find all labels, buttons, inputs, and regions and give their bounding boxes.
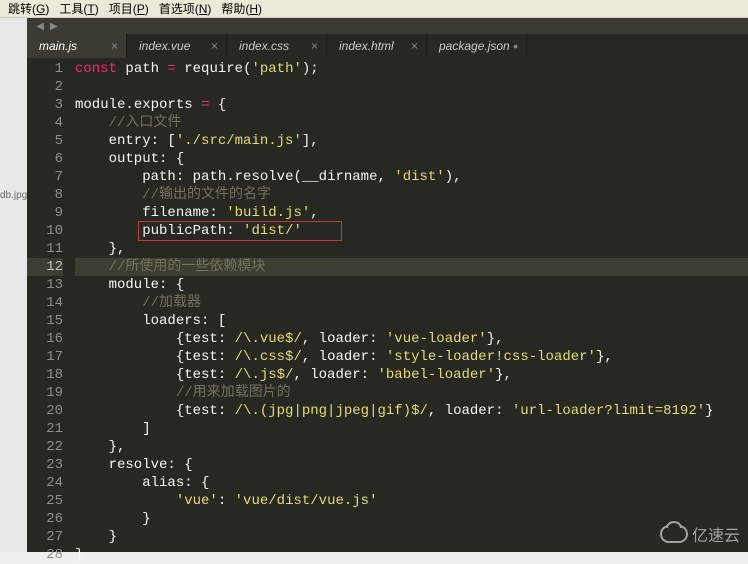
code-area[interactable]: 1234567891011121314151617181920212223242… <box>27 58 748 552</box>
line-number: 26 <box>27 510 63 528</box>
code-line[interactable]: } <box>75 510 748 528</box>
code-line[interactable]: filename: 'build.js', <box>75 204 748 222</box>
project-sidebar[interactable]: db.jpg <box>0 18 27 552</box>
line-number: 1 <box>27 60 63 78</box>
code-line[interactable]: publicPath: 'dist/' <box>75 222 748 240</box>
tab-label: index.html <box>339 39 394 53</box>
line-number: 11 <box>27 240 63 258</box>
line-number: 18 <box>27 366 63 384</box>
line-number: 7 <box>27 168 63 186</box>
tab-index-css[interactable]: index.css × <box>227 34 327 58</box>
code-line[interactable]: //所使用的一些依赖模块 <box>75 258 748 276</box>
menu-item-h[interactable]: 帮助(H) <box>217 0 266 17</box>
code-line[interactable]: {test: /\.vue$/, loader: 'vue-loader'}, <box>75 330 748 348</box>
watermark: 亿速云 <box>660 522 740 546</box>
code-line[interactable]: 'vue': 'vue/dist/vue.js' <box>75 492 748 510</box>
line-number: 20 <box>27 402 63 420</box>
code-line[interactable]: loaders: [ <box>75 312 748 330</box>
watermark-text: 亿速云 <box>692 522 740 546</box>
menu-item-g[interactable]: 跳转(G) <box>4 0 53 17</box>
editor-area: ◀ ▶ main.js×index.vue×index.css×index.ht… <box>27 18 748 552</box>
close-icon[interactable]: × <box>211 39 218 53</box>
code-line[interactable]: alias: { <box>75 474 748 492</box>
code-line[interactable]: {test: /\.css$/, loader: 'style-loader!c… <box>75 348 748 366</box>
tab-package-json[interactable]: package.json• <box>427 34 527 58</box>
menu-item-n[interactable]: 首选项(N) <box>155 0 216 17</box>
menu-item-p[interactable]: 项目(P) <box>105 0 153 17</box>
code-line[interactable]: module: { <box>75 276 748 294</box>
line-number: 14 <box>27 294 63 312</box>
line-number: 23 <box>27 456 63 474</box>
code-line[interactable]: //用来加载图片的 <box>75 384 748 402</box>
close-icon[interactable]: × <box>111 39 118 53</box>
code-line[interactable]: }, <box>75 438 748 456</box>
tab-label: package.json <box>439 39 510 53</box>
line-number: 22 <box>27 438 63 456</box>
code-line[interactable]: }, <box>75 240 748 258</box>
line-number: 3 <box>27 96 63 114</box>
code-line[interactable]: ] <box>75 420 748 438</box>
code-line[interactable]: //加载器 <box>75 294 748 312</box>
code-line[interactable]: path: path.resolve(__dirname, 'dist'), <box>75 168 748 186</box>
cloud-icon <box>660 525 688 543</box>
tab-label: main.js <box>39 39 77 53</box>
code-line[interactable]: //入口文件 <box>75 114 748 132</box>
close-icon[interactable]: × <box>411 39 418 53</box>
tab-nav-bar: ◀ ▶ <box>27 18 748 34</box>
line-number: 9 <box>27 204 63 222</box>
tab-label: index.css <box>239 39 289 53</box>
code-line[interactable]: entry: ['./src/main.js'], <box>75 132 748 150</box>
line-number: 17 <box>27 348 63 366</box>
code-line[interactable]: module.exports = { <box>75 96 748 114</box>
menubar: 跳转(G)工具(T)项目(P)首选项(N)帮助(H) <box>0 0 748 18</box>
line-number: 28 <box>27 546 63 564</box>
tab-bar: main.js × index.vue × index.css × index.html × p… <box>27 34 748 58</box>
close-icon[interactable]: × <box>311 39 318 53</box>
modified-icon: • <box>513 39 518 53</box>
nav-back-icon[interactable]: ◀ <box>36 21 44 32</box>
line-number: 6 <box>27 150 63 168</box>
nav-forward-icon[interactable]: ▶ <box>50 21 58 32</box>
code-line[interactable] <box>75 78 748 96</box>
tab-index-html[interactable]: index.html × <box>327 34 427 58</box>
sidebar-file-item[interactable]: db.jpg <box>0 190 27 201</box>
line-number: 8 <box>27 186 63 204</box>
line-number: 10 <box>27 222 63 240</box>
menu-item-t[interactable]: 工具(T) <box>55 0 102 17</box>
line-gutter: 1234567891011121314151617181920212223242… <box>27 58 75 552</box>
line-number: 19 <box>27 384 63 402</box>
tab-index-vue[interactable]: index.vue × <box>127 34 227 58</box>
tab-label: index.vue <box>139 39 190 53</box>
line-number: 25 <box>27 492 63 510</box>
line-number: 13 <box>27 276 63 294</box>
code-line[interactable]: output: { <box>75 150 748 168</box>
line-number: 15 <box>27 312 63 330</box>
tab-main-js[interactable]: main.js × <box>27 34 127 58</box>
line-number: 16 <box>27 330 63 348</box>
code-line[interactable]: {test: /\.js$/, loader: 'babel-loader'}, <box>75 366 748 384</box>
code-line[interactable]: const path = require('path'); <box>75 60 748 78</box>
line-number: 24 <box>27 474 63 492</box>
code-line[interactable]: resolve: { <box>75 456 748 474</box>
code-content[interactable]: const path = require('path'); module.expo… <box>75 58 748 552</box>
code-line[interactable]: } <box>75 546 748 564</box>
code-line[interactable]: //输出的文件的名字 <box>75 186 748 204</box>
code-line[interactable]: } <box>75 528 748 546</box>
code-line[interactable]: {test: /\.(jpg|png|jpeg|gif)$/, loader: … <box>75 402 748 420</box>
line-number: 2 <box>27 78 63 96</box>
line-number: 4 <box>27 114 63 132</box>
line-number: 12 <box>27 258 63 276</box>
line-number: 5 <box>27 132 63 150</box>
line-number: 21 <box>27 420 63 438</box>
line-number: 27 <box>27 528 63 546</box>
